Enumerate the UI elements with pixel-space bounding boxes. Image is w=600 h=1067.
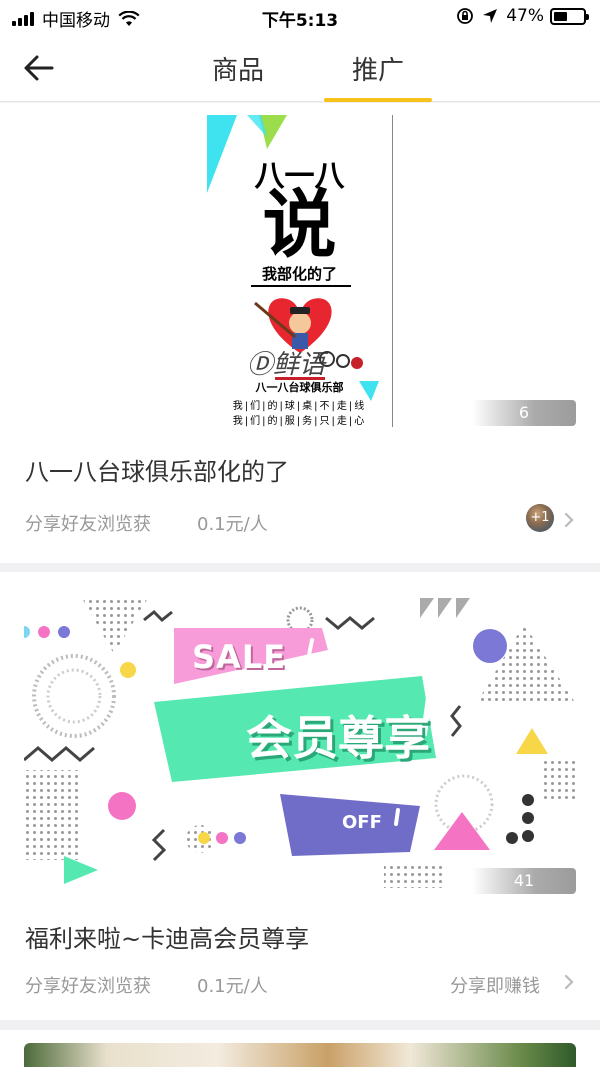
poster-subtitle: 我部化的了: [261, 265, 337, 283]
battery-icon: [550, 7, 589, 25]
banner-image: SALE 会员尊享 OFF: [24, 584, 576, 894]
status-bar: 中国移动 下午5:13 47%: [0, 0, 600, 34]
location-arrow-icon: [483, 9, 498, 23]
active-tab-indicator: [324, 98, 432, 102]
poster-slogan-1: 我|们|的|球|桌|不|走|线: [232, 401, 367, 412]
poster-underline: [251, 285, 351, 287]
tab-goods[interactable]: 商品: [184, 50, 292, 87]
avatar[interactable]: +1: [526, 504, 554, 532]
share-reward-label: 分享好友浏览获: [25, 514, 151, 535]
avatar-count: +1: [530, 510, 550, 525]
card-title: 八一八台球俱乐部化的了: [25, 458, 289, 486]
status-right: 47%: [456, 6, 589, 26]
share-earn-link[interactable]: 分享即赚钱: [450, 972, 540, 998]
banner-sale-text: SALE: [192, 638, 287, 676]
club-logo-icon: Ⓓ鲜语: [247, 298, 363, 380]
header-bar: 商品 推广: [0, 34, 600, 102]
orientation-lock-icon: [457, 8, 474, 24]
chevron-right-icon[interactable]: [563, 512, 575, 528]
reward-price: 0.1元/人: [197, 514, 268, 535]
promotion-card[interactable]: 八一八 说 我部化的了 Ⓓ鲜语 八一八台球俱乐部 我|们|的|球|桌|不|走|线…: [0, 103, 600, 563]
back-arrow-icon[interactable]: [20, 50, 60, 86]
battery-percent: 47%: [506, 6, 544, 26]
poster-image: 八一八 说 我部化的了 Ⓓ鲜语 八一八台球俱乐部 我|们|的|球|桌|不|走|线…: [207, 115, 393, 427]
promotion-card[interactable]: [0, 1030, 600, 1067]
chevron-right-icon[interactable]: [563, 974, 575, 990]
poster-club-name: 八一八台球俱乐部: [255, 381, 344, 394]
card-title: 福利来啦~卡迪高会员尊享: [25, 925, 310, 953]
poster-slogan-2: 我|们|的|服|务|只|走|心: [232, 416, 367, 427]
banner-image: [24, 1043, 576, 1067]
share-reward-label: 分享好友浏览获: [25, 976, 151, 997]
view-count-badge: 41: [472, 868, 576, 894]
promotion-card[interactable]: SALE 会员尊享 OFF 41 福利来啦~卡迪高会员尊享 分享好友浏览获 0.…: [0, 572, 600, 1020]
banner-main-text: 会员尊享: [246, 711, 430, 765]
tab-promotion[interactable]: 推广: [324, 50, 432, 87]
banner-off-text: OFF: [342, 812, 382, 833]
reward-price: 0.1元/人: [197, 976, 268, 997]
view-count-badge: 6: [472, 400, 576, 426]
poster-big-text: 说: [262, 182, 337, 268]
svg-text:Ⓓ鲜语: Ⓓ鲜语: [247, 350, 329, 380]
